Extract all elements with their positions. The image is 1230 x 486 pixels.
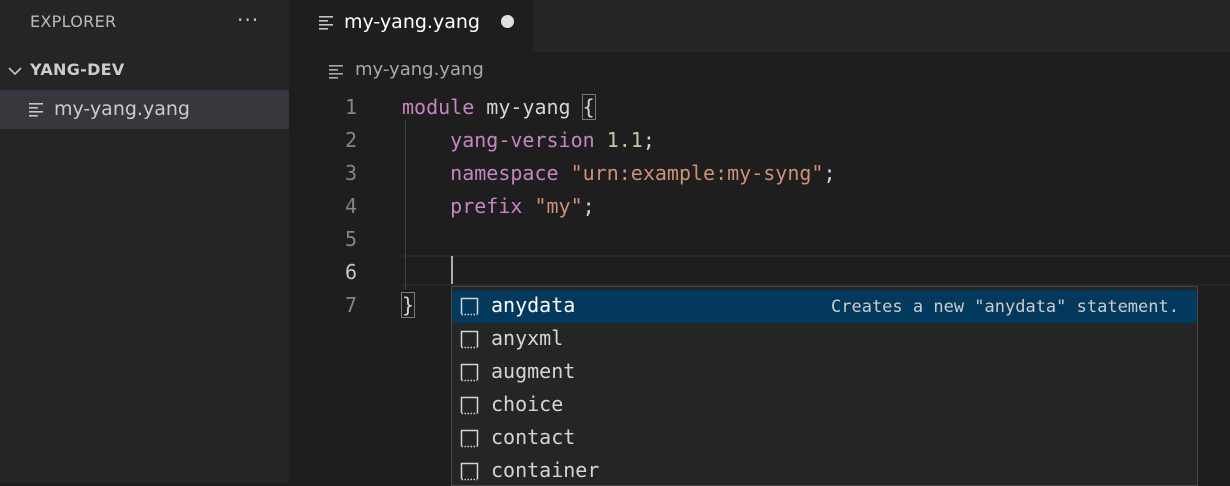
file-label: my-yang.yang <box>54 98 190 120</box>
keyword: yang-version <box>450 128 595 152</box>
snippet-icon <box>460 429 479 448</box>
file-lines-icon <box>319 16 333 30</box>
string: "urn:example:my-syng" <box>558 161 824 185</box>
suggestion-item-selected[interactable]: anydata Creates a new "anydata" statemen… <box>452 290 1197 323</box>
string: "my" <box>522 194 583 218</box>
line-number: 4 <box>344 194 357 218</box>
line-number: 3 <box>344 161 357 185</box>
line-number: 2 <box>344 128 357 152</box>
line-number: 5 <box>344 227 357 251</box>
keyword: module <box>402 95 475 119</box>
brace: { <box>581 94 596 120</box>
snippet-icon <box>460 297 479 316</box>
suggestion-item[interactable]: choice <box>452 389 1197 422</box>
text-cursor <box>451 256 453 284</box>
suggestion-label: augment <box>491 359 576 383</box>
line-number: 7 <box>344 293 357 317</box>
explorer-sidebar: EXPLORER ··· YANG-DEV my-yang.yang <box>0 0 289 483</box>
explorer-header: EXPLORER ··· <box>0 0 289 44</box>
file-item-my-yang[interactable]: my-yang.yang <box>0 90 289 129</box>
chevron-down-icon <box>8 67 22 76</box>
snippet-icon <box>460 330 479 349</box>
suggestion-label: contact <box>491 425 576 449</box>
line-number-active: 6 <box>344 260 357 284</box>
snippet-icon <box>460 462 479 481</box>
tab-bar: my-yang.yang <box>289 0 1230 52</box>
file-lines-icon <box>29 103 43 117</box>
more-actions-icon[interactable]: ··· <box>237 8 259 32</box>
code-line[interactable]: module my-yang { <box>402 94 596 120</box>
snippet-icon <box>460 363 479 382</box>
suggestion-label: anydata <box>491 293 576 317</box>
line-number: 1 <box>344 95 357 119</box>
suggestion-item[interactable]: container <box>452 455 1197 485</box>
keyword: prefix <box>450 194 523 218</box>
snippet-icon <box>460 396 479 415</box>
code-line[interactable]: prefix "my"; <box>402 194 595 218</box>
unsaved-dot-icon[interactable] <box>501 15 514 28</box>
tab-label: my-yang.yang <box>344 11 480 33</box>
current-line-highlight <box>402 255 1230 286</box>
suggestion-detail: Creates a new "anydata" statement. <box>831 297 1179 317</box>
suggestion-label: choice <box>491 392 564 416</box>
number: 1.1 <box>594 128 643 152</box>
code-line[interactable]: } <box>400 292 416 318</box>
suggestion-label: anyxml <box>491 326 564 350</box>
folder-yang-dev[interactable]: YANG-DEV <box>0 56 289 86</box>
semicolon: ; <box>582 194 595 218</box>
suggestion-label: container <box>491 458 600 482</box>
suggestion-item[interactable]: anyxml <box>452 323 1197 356</box>
suggestion-item[interactable]: contact <box>452 422 1197 455</box>
breadcrumb-file: my-yang.yang <box>355 59 484 80</box>
folder-label: YANG-DEV <box>30 60 125 79</box>
explorer-title: EXPLORER <box>30 12 117 31</box>
semicolon: ; <box>823 161 836 185</box>
autocomplete-suggestions: anydata Creates a new "anydata" statemen… <box>451 286 1198 486</box>
code-line[interactable]: yang-version 1.1; <box>402 128 655 152</box>
brace: } <box>400 292 416 318</box>
keyword: namespace <box>450 161 559 185</box>
suggestion-item[interactable]: augment <box>452 356 1197 389</box>
tab-my-yang[interactable]: my-yang.yang <box>289 0 533 52</box>
identifier: my-yang <box>474 95 583 119</box>
code-line[interactable]: namespace "urn:example:my-syng"; <box>402 161 836 185</box>
file-lines-icon <box>329 65 343 79</box>
semicolon: ; <box>642 128 655 152</box>
